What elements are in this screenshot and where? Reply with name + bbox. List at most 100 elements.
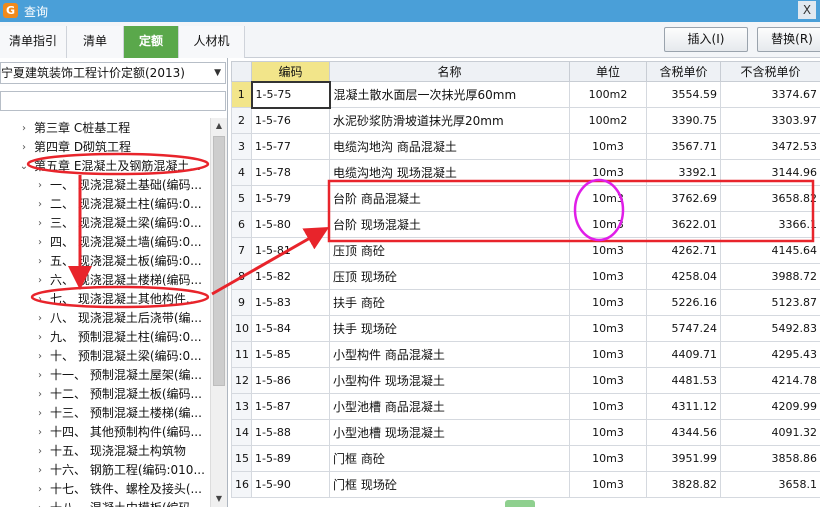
row-index[interactable]: 4 bbox=[231, 159, 252, 186]
code-cell[interactable]: 1-5-86 bbox=[251, 367, 330, 394]
price-without-tax-cell[interactable]: 4209.99 bbox=[720, 393, 820, 420]
tree-node[interactable]: › 十三、 预制混凝土楼梯(编... bbox=[0, 404, 210, 423]
code-cell[interactable]: 1-5-83 bbox=[251, 289, 330, 316]
collapsed-chevron-icon[interactable]: › bbox=[34, 480, 46, 499]
insert-button[interactable]: 插入(I) bbox=[664, 27, 748, 52]
row-index[interactable]: 15 bbox=[231, 445, 252, 472]
scroll-up-icon[interactable]: ▲ bbox=[211, 118, 227, 134]
tab-labor-material-machine[interactable]: 人材机 bbox=[179, 26, 245, 58]
price-with-tax-cell[interactable]: 4344.56 bbox=[646, 419, 721, 446]
collapsed-chevron-icon[interactable]: › bbox=[34, 423, 46, 442]
row-index[interactable]: 8 bbox=[231, 263, 252, 290]
collapsed-chevron-icon[interactable]: › bbox=[18, 138, 30, 157]
tree-node[interactable]: › 八、 现浇混凝土后浇带(编... bbox=[0, 309, 210, 328]
price-with-tax-cell[interactable]: 3567.71 bbox=[646, 133, 721, 160]
tree-node[interactable]: › 第三章 C桩基工程 bbox=[0, 119, 210, 138]
row-index[interactable]: 14 bbox=[231, 419, 252, 446]
unit-cell[interactable]: 10m3 bbox=[569, 185, 647, 212]
table-row[interactable]: 14 1-5-88 小型池槽 现场混凝土 10m3 4344.56 4091.32 bbox=[231, 419, 820, 446]
name-cell[interactable]: 小型池槽 商品混凝土 bbox=[329, 393, 570, 420]
collapsed-chevron-icon[interactable]: › bbox=[18, 119, 30, 138]
unit-cell[interactable]: 10m3 bbox=[569, 341, 647, 368]
price-with-tax-cell[interactable]: 3828.82 bbox=[646, 471, 721, 498]
price-with-tax-cell[interactable]: 5747.24 bbox=[646, 315, 721, 342]
tree-scrollbar[interactable]: ▲ ▼ bbox=[210, 118, 227, 507]
search-input[interactable] bbox=[0, 91, 226, 111]
col-header-unit[interactable]: 单位 bbox=[569, 61, 647, 82]
unit-cell[interactable]: 10m3 bbox=[569, 133, 647, 160]
row-index[interactable]: 13 bbox=[231, 393, 252, 420]
tree-node[interactable]: › 三、 现浇混凝土梁(编码:0... bbox=[0, 214, 210, 233]
name-cell[interactable]: 扶手 现场砼 bbox=[329, 315, 570, 342]
unit-cell[interactable]: 10m3 bbox=[569, 289, 647, 316]
tree-node[interactable]: › 十五、 现浇混凝土构筑物 bbox=[0, 442, 210, 461]
price-with-tax-cell[interactable]: 4262.71 bbox=[646, 237, 721, 264]
tree-node[interactable]: › 十、 预制混凝土梁(编码:0... bbox=[0, 347, 210, 366]
name-cell[interactable]: 扶手 商砼 bbox=[329, 289, 570, 316]
row-index[interactable]: 16 bbox=[231, 471, 252, 498]
name-cell[interactable]: 压顶 现场砼 bbox=[329, 263, 570, 290]
tab-list-guide[interactable]: 清单指引 bbox=[0, 26, 67, 58]
price-without-tax-cell[interactable]: 3366.1 bbox=[720, 211, 820, 238]
name-cell[interactable]: 小型构件 商品混凝土 bbox=[329, 341, 570, 368]
tree-node[interactable]: › 十一、 预制混凝土屋架(编... bbox=[0, 366, 210, 385]
table-row[interactable]: 1 1-5-75 混凝土散水面层一次抹光厚60mm 100m2 3554.59 3374.… bbox=[231, 80, 820, 109]
scrollbar-thumb[interactable] bbox=[213, 136, 225, 386]
unit-cell[interactable]: 10m3 bbox=[569, 471, 647, 498]
collapsed-chevron-icon[interactable]: › bbox=[34, 214, 46, 233]
collapsed-chevron-icon[interactable]: › bbox=[34, 404, 46, 423]
code-cell[interactable]: 1-5-87 bbox=[251, 393, 330, 420]
code-cell[interactable]: 1-5-90 bbox=[251, 471, 330, 498]
name-cell[interactable]: 压顶 商砼 bbox=[329, 237, 570, 264]
row-index[interactable]: 6 bbox=[231, 211, 252, 238]
name-cell[interactable]: 台阶 现场混凝土 bbox=[329, 211, 570, 238]
table-row[interactable]: 7 1-5-81 压顶 商砼 10m3 4262.71 4145.64 bbox=[231, 237, 820, 264]
row-index[interactable]: 2 bbox=[231, 107, 252, 134]
tree-node[interactable]: › 十二、 预制混凝土板(编码... bbox=[0, 385, 210, 404]
collapsed-chevron-icon[interactable]: › bbox=[34, 461, 46, 480]
scroll-down-icon[interactable]: ▼ bbox=[211, 491, 227, 507]
price-without-tax-cell[interactable]: 3988.72 bbox=[720, 263, 820, 290]
code-cell[interactable]: 1-5-78 bbox=[251, 159, 330, 186]
tree-node[interactable]: › 七、 现浇混凝土其他构件... bbox=[0, 290, 210, 309]
tab-list[interactable]: 清单 bbox=[67, 26, 124, 58]
table-row[interactable]: 13 1-5-87 小型池槽 商品混凝土 10m3 4311.12 4209.99 bbox=[231, 393, 820, 420]
name-cell[interactable]: 混凝土散水面层一次抹光厚60mm bbox=[329, 81, 570, 108]
collapsed-chevron-icon[interactable]: › bbox=[34, 195, 46, 214]
unit-cell[interactable]: 10m3 bbox=[569, 393, 647, 420]
chevron-down-icon[interactable]: ▼ bbox=[214, 63, 221, 83]
table-row[interactable]: 6 1-5-80 台阶 现场混凝土 10m3 3622.01 3366.1 bbox=[231, 211, 820, 238]
code-cell[interactable]: 1-5-76 bbox=[251, 107, 330, 134]
tree-node[interactable]: › 十八、 混凝土中模板(编码... bbox=[0, 499, 210, 507]
price-with-tax-cell[interactable]: 3392.1 bbox=[646, 159, 721, 186]
col-header-price-with-tax[interactable]: 含税单价 bbox=[646, 61, 721, 82]
price-without-tax-cell[interactable]: 5123.87 bbox=[720, 289, 820, 316]
price-with-tax-cell[interactable]: 4311.12 bbox=[646, 393, 721, 420]
code-cell[interactable]: 1-5-82 bbox=[251, 263, 330, 290]
collapsed-chevron-icon[interactable]: › bbox=[34, 252, 46, 271]
code-cell[interactable]: 1-5-77 bbox=[251, 133, 330, 160]
collapsed-chevron-icon[interactable]: › bbox=[34, 309, 46, 328]
tree-node[interactable]: › 九、 预制混凝土柱(编码:0... bbox=[0, 328, 210, 347]
price-with-tax-cell[interactable]: 3762.69 bbox=[646, 185, 721, 212]
price-without-tax-cell[interactable]: 4145.64 bbox=[720, 237, 820, 264]
row-index[interactable]: 10 bbox=[231, 315, 252, 342]
unit-cell[interactable]: 10m3 bbox=[569, 211, 647, 238]
collapsed-chevron-icon[interactable]: › bbox=[34, 233, 46, 252]
row-index[interactable]: 11 bbox=[231, 341, 252, 368]
row-index[interactable]: 1 bbox=[231, 81, 252, 108]
table-row[interactable]: 9 1-5-83 扶手 商砼 10m3 5226.16 5123.87 bbox=[231, 289, 820, 316]
collapsed-chevron-icon[interactable]: › bbox=[34, 328, 46, 347]
collapsed-chevron-icon[interactable]: › bbox=[34, 366, 46, 385]
col-header-price-without-tax[interactable]: 不含税单价 bbox=[720, 61, 820, 82]
table-row[interactable]: 4 1-5-78 电缆沟地沟 现场混凝土 10m3 3392.1 3144.96 bbox=[231, 159, 820, 186]
row-index[interactable]: 9 bbox=[231, 289, 252, 316]
collapsed-chevron-icon[interactable]: › bbox=[34, 271, 46, 290]
price-without-tax-cell[interactable]: 4295.43 bbox=[720, 341, 820, 368]
unit-cell[interactable]: 10m3 bbox=[569, 159, 647, 186]
tree-node[interactable]: › 一、 现浇混凝土基础(编码... bbox=[0, 176, 210, 195]
collapsed-chevron-icon[interactable]: › bbox=[34, 385, 46, 404]
price-with-tax-cell[interactable]: 4409.71 bbox=[646, 341, 721, 368]
tree-node[interactable]: › 十七、 铁件、螺栓及接头(... bbox=[0, 480, 210, 499]
col-header-code[interactable]: 编码 bbox=[251, 61, 330, 82]
